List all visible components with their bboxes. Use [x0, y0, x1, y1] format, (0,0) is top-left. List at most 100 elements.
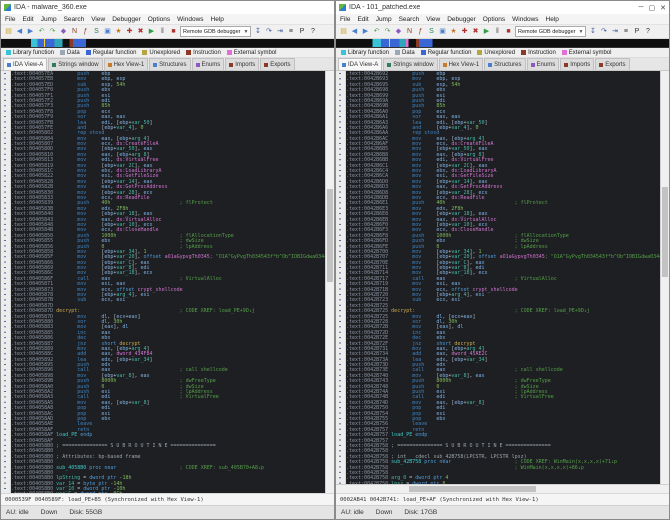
legend-swatch [60, 50, 65, 55]
debugger-select[interactable]: Remote GDB debugger▼ [515, 26, 586, 37]
run-until-icon[interactable]: ⇥ [610, 25, 619, 38]
menu-item[interactable]: Search [399, 16, 420, 23]
view-tab[interactable]: Strings window [48, 58, 102, 70]
view-tab[interactable]: Exports [260, 58, 294, 70]
view-tab[interactable]: IDA View-A [3, 58, 47, 70]
menu-item[interactable]: Search [64, 16, 85, 23]
cancel-analysis-icon[interactable]: ✖ [136, 25, 145, 38]
tabs-bar: IDA View-AStrings windowHex View-1Struct… [336, 58, 669, 71]
patch-icon[interactable]: ✚ [125, 25, 134, 38]
jump-address-icon[interactable]: ◆ [394, 25, 403, 38]
undo-icon[interactable]: ↶ [37, 25, 46, 38]
vertical-scrollbar[interactable] [660, 71, 669, 484]
disassembly-view: .text:004057EA push ebp.text:004057EB mo… [1, 71, 334, 493]
functions-icon[interactable]: ƒ [81, 25, 90, 38]
jump-address-icon[interactable]: ◆ [59, 25, 68, 38]
menu-item[interactable]: Jump [376, 16, 392, 23]
colors-icon[interactable]: ★ [449, 25, 458, 38]
step-into-icon[interactable]: ↧ [588, 25, 597, 38]
back-icon[interactable]: ◀ [15, 25, 24, 38]
view-tab[interactable]: Exports [595, 58, 629, 70]
view-tab[interactable]: Strings window [383, 58, 437, 70]
minimize-button[interactable]: ─ [639, 4, 644, 12]
view-tab[interactable]: Structures [149, 58, 190, 70]
save-icon[interactable]: ▤ [4, 25, 13, 38]
menu-item[interactable]: File [340, 16, 350, 23]
tab-icon [196, 63, 200, 67]
names-icon[interactable]: N [70, 25, 79, 38]
step-into-icon[interactable]: ↧ [253, 25, 262, 38]
menu-item[interactable]: Debugger [447, 16, 476, 23]
menu-item[interactable]: View [426, 16, 440, 23]
step-over-icon[interactable]: ↷ [599, 25, 608, 38]
view-tab[interactable]: Imports [225, 58, 259, 70]
pause-process-icon[interactable]: ‖ [158, 25, 167, 38]
output-line: 0000539F 0040589F: load_PE+B5 (Synchroni… [1, 493, 334, 505]
help-icon[interactable]: ? [643, 25, 652, 38]
help-icon[interactable]: ? [308, 25, 317, 38]
menu-item[interactable]: File [5, 16, 15, 23]
menu-item[interactable]: View [91, 16, 105, 23]
scrollbar-thumb[interactable] [327, 189, 333, 282]
navigation-band[interactable] [336, 39, 669, 48]
pause-process-icon[interactable]: ‖ [493, 25, 502, 38]
strings-icon[interactable]: S [92, 25, 101, 38]
scrollbar-thumb[interactable] [409, 486, 536, 492]
view-tab[interactable]: Structures [484, 58, 525, 70]
vertical-scrollbar[interactable] [325, 71, 334, 493]
menu-item[interactable]: Help [546, 16, 559, 23]
menu-item[interactable]: Debugger [112, 16, 141, 23]
redo-icon[interactable]: ↷ [48, 25, 57, 38]
forward-icon[interactable]: ▶ [26, 25, 35, 38]
title-bar[interactable]: IDA - 101_patched.exe ─ ▢ ✕ [336, 1, 669, 14]
view-tab[interactable]: IDA View-A [338, 58, 382, 70]
menu-item[interactable]: Edit [22, 16, 33, 23]
view-tab[interactable]: Hex View-1 [439, 58, 484, 70]
menu-item[interactable]: Windows [177, 16, 203, 23]
chevron-down-icon: ▼ [578, 29, 583, 35]
step-over-icon[interactable]: ↷ [264, 25, 273, 38]
forward-icon[interactable]: ▶ [361, 25, 370, 38]
horizontal-scrollbar[interactable] [336, 484, 669, 493]
stop-process-icon[interactable]: ■ [504, 25, 513, 38]
python-icon[interactable]: P [297, 25, 306, 38]
close-button[interactable]: ✕ [660, 4, 666, 12]
patch-icon[interactable]: ✚ [460, 25, 469, 38]
menu-item[interactable]: Options [483, 16, 505, 23]
view-tab[interactable]: Hex View-1 [104, 58, 149, 70]
debugger-select[interactable]: Remote GDB debugger▼ [180, 26, 251, 37]
redo-icon[interactable]: ↷ [383, 25, 392, 38]
navigation-band[interactable] [1, 39, 334, 48]
view-tab[interactable]: Enums [192, 58, 225, 70]
structs-icon[interactable]: ▣ [438, 25, 447, 38]
save-icon[interactable]: ▤ [339, 25, 348, 38]
python-icon[interactable]: P [632, 25, 641, 38]
legend-item: External symbol [562, 50, 612, 56]
menu-item[interactable]: Options [148, 16, 170, 23]
functions-icon[interactable]: ƒ [416, 25, 425, 38]
run-until-icon[interactable]: ⇥ [275, 25, 284, 38]
maximize-button[interactable]: ▢ [649, 4, 656, 12]
names-icon[interactable]: N [405, 25, 414, 38]
scrollbar-thumb[interactable] [662, 187, 668, 278]
view-tab[interactable]: Imports [560, 58, 594, 70]
menu-item[interactable]: Windows [512, 16, 538, 23]
title-bar[interactable]: IDA - malware_360.exe [1, 1, 334, 14]
cancel-analysis-icon[interactable]: ✖ [471, 25, 480, 38]
scripts-icon[interactable]: ≡ [286, 25, 295, 38]
disassembly-view: .text:0042B692 push ebp.text:0042B693 mo… [336, 71, 669, 484]
scripts-icon[interactable]: ≡ [621, 25, 630, 38]
colors-icon[interactable]: ★ [114, 25, 123, 38]
menu-item[interactable]: Jump [41, 16, 57, 23]
menu-item[interactable]: Help [211, 16, 224, 23]
undo-icon[interactable]: ↶ [372, 25, 381, 38]
back-icon[interactable]: ◀ [350, 25, 359, 38]
strings-icon[interactable]: S [427, 25, 436, 38]
start-process-icon[interactable]: ▶ [147, 25, 156, 38]
structs-icon[interactable]: ▣ [103, 25, 112, 38]
legend-item: Unexplored [477, 50, 515, 56]
view-tab[interactable]: Enums [527, 58, 560, 70]
stop-process-icon[interactable]: ■ [169, 25, 178, 38]
menu-item[interactable]: Edit [357, 16, 368, 23]
start-process-icon[interactable]: ▶ [482, 25, 491, 38]
